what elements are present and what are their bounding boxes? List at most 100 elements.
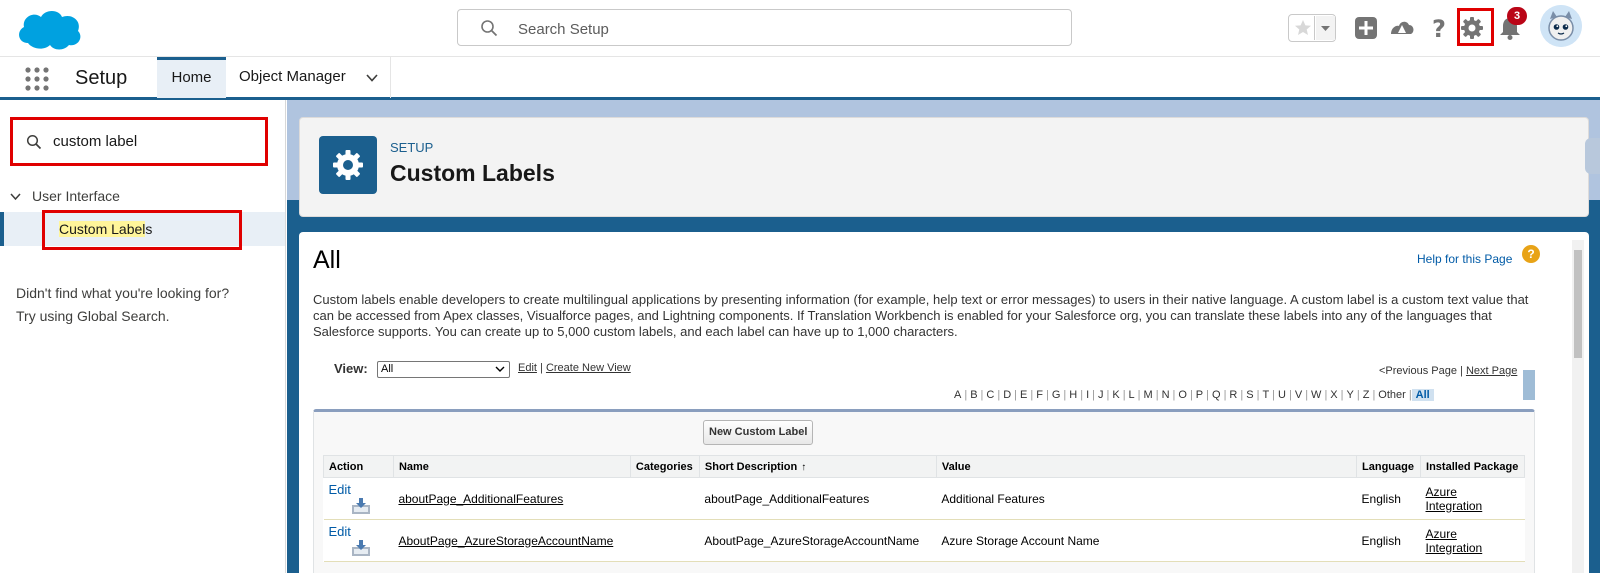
language-cell: English bbox=[1356, 519, 1421, 562]
user-avatar[interactable] bbox=[1540, 5, 1582, 47]
chevron-down-icon[interactable] bbox=[365, 71, 379, 85]
alpha-filter-o[interactable]: O bbox=[1175, 389, 1190, 401]
installed-package-link[interactable]: Azure Integration bbox=[1426, 527, 1496, 555]
short-description-header-label: Short Description bbox=[704, 460, 798, 473]
create-new-view-link[interactable]: Create New View bbox=[546, 362, 631, 374]
alpha-filter-all[interactable]: All bbox=[1411, 389, 1434, 401]
app-launcher-button[interactable] bbox=[24, 66, 50, 92]
alpha-filter-e[interactable]: E bbox=[1017, 389, 1030, 401]
gear-icon bbox=[333, 150, 363, 180]
alpha-filter-m[interactable]: M bbox=[1141, 389, 1156, 401]
alpha-filter-d[interactable]: D bbox=[1000, 389, 1014, 401]
help-for-this-page-link[interactable]: Help for this Page bbox=[1417, 252, 1512, 266]
alpha-filter-s[interactable]: S bbox=[1243, 389, 1256, 401]
tree-section-label: User Interface bbox=[32, 188, 120, 204]
main-area: SETUP Custom Labels All Help for this Pa… bbox=[287, 100, 1600, 573]
content-panel: All Help for this Page ? Custom labels e… bbox=[299, 232, 1589, 573]
view-select[interactable]: All bbox=[377, 361, 510, 378]
alpha-filter-h[interactable]: H bbox=[1066, 389, 1080, 401]
help-icon[interactable]: ? bbox=[1425, 14, 1453, 42]
alpha-filter-g[interactable]: G bbox=[1049, 389, 1064, 401]
alpha-filter-a[interactable]: A bbox=[951, 389, 964, 401]
alpha-filter-p[interactable]: P bbox=[1193, 389, 1206, 401]
page-description: Custom labels enable developers to creat… bbox=[313, 292, 1529, 339]
salesforce-logo[interactable] bbox=[14, 5, 84, 51]
svg-text:?: ? bbox=[1432, 15, 1446, 42]
edit-link[interactable]: Edit bbox=[329, 482, 351, 497]
next-page-link[interactable]: Next Page bbox=[1466, 365, 1517, 377]
favorites-star-button[interactable] bbox=[1291, 16, 1315, 40]
package-name-line-1: Azure bbox=[1425, 526, 1457, 541]
column-header-name[interactable]: Name bbox=[392, 455, 631, 478]
search-placeholder[interactable]: Search Setup bbox=[518, 21, 609, 38]
star-icon bbox=[1295, 20, 1311, 35]
alpha-filter-v[interactable]: V bbox=[1292, 389, 1305, 401]
package-name-line-1: Azure bbox=[1425, 484, 1457, 499]
view-links: Edit | Create New View bbox=[518, 362, 631, 374]
tab-object-manager[interactable]: Object Manager bbox=[226, 57, 391, 98]
installed-package-link[interactable]: Azure Integration bbox=[1426, 485, 1496, 513]
alpha-filter-i[interactable]: I bbox=[1083, 389, 1092, 401]
quick-find-input[interactable]: custom label bbox=[10, 117, 268, 166]
pager-side-tab[interactable] bbox=[1523, 370, 1535, 400]
alpha-filter-x[interactable]: X bbox=[1327, 389, 1340, 401]
previous-page-link[interactable]: <Previous Page bbox=[1379, 365, 1457, 377]
setup-tree-sidebar: custom label User Interface Custom Label… bbox=[0, 100, 286, 573]
column-header-categories[interactable]: Categories bbox=[629, 455, 700, 478]
notification-count-badge: 3 bbox=[1507, 7, 1527, 25]
label-name-link[interactable]: aboutPage_AdditionalFeatures bbox=[398, 492, 563, 506]
alpha-filter-n[interactable]: N bbox=[1159, 389, 1173, 401]
content-scrollbar[interactable] bbox=[1572, 240, 1584, 573]
alpha-filter-j[interactable]: J bbox=[1095, 389, 1107, 401]
caret-down-icon bbox=[1321, 26, 1330, 31]
favorites-group bbox=[1288, 14, 1336, 42]
edit-view-link[interactable]: Edit bbox=[518, 362, 537, 374]
table-row: Edit AboutPage_AzureStorageAccountName A… bbox=[323, 519, 1525, 562]
edit-link[interactable]: Edit bbox=[329, 524, 351, 539]
label-name-link[interactable]: AboutPage_AzureStorageAccountName bbox=[398, 534, 613, 548]
alpha-filter-l[interactable]: L bbox=[1126, 389, 1138, 401]
global-actions-add-icon[interactable] bbox=[1352, 14, 1380, 42]
action-cell: Edit bbox=[323, 519, 394, 562]
installed-package-icon bbox=[351, 498, 370, 514]
sort-ascending-icon: ↑ bbox=[801, 461, 807, 473]
alpha-filter-c[interactable]: C bbox=[983, 389, 997, 401]
help-icon[interactable]: ? bbox=[1522, 245, 1540, 263]
alpha-filter-r[interactable]: R bbox=[1226, 389, 1240, 401]
alpha-filter-q[interactable]: Q bbox=[1209, 389, 1224, 401]
column-header-installed-package[interactable]: Installed Package bbox=[1420, 455, 1525, 478]
page-title: Custom Labels bbox=[390, 160, 555, 186]
trailhead-icon[interactable] bbox=[1388, 14, 1416, 42]
tab-home[interactable]: Home bbox=[157, 57, 226, 98]
installed-package-icon bbox=[351, 540, 370, 556]
setup-page-icon bbox=[319, 136, 377, 194]
alpha-filter-f[interactable]: F bbox=[1033, 389, 1046, 401]
column-header-short-description[interactable]: Short Description ↑ bbox=[698, 455, 937, 478]
alpha-filter-y[interactable]: Y bbox=[1344, 389, 1357, 401]
column-header-value[interactable]: Value bbox=[935, 455, 1358, 478]
quick-find-value[interactable]: custom label bbox=[53, 133, 137, 150]
alpha-filter-b[interactable]: B bbox=[967, 389, 980, 401]
column-header-language[interactable]: Language bbox=[1356, 455, 1422, 478]
alpha-filter-t[interactable]: T bbox=[1259, 389, 1272, 401]
short-description-cell: AboutPage_AzureStorageAccountName bbox=[699, 519, 937, 562]
alpha-filter-u[interactable]: U bbox=[1275, 389, 1289, 401]
scrollbar-thumb[interactable] bbox=[1574, 250, 1582, 358]
favorites-list-button[interactable] bbox=[1316, 16, 1335, 40]
not-found-hint: Didn't find what you're looking for? Try… bbox=[16, 282, 276, 328]
app-name: Setup bbox=[75, 67, 128, 89]
tree-section-user-interface[interactable]: User Interface bbox=[0, 187, 285, 207]
side-panel-handle[interactable] bbox=[1585, 138, 1600, 174]
alpha-filter-k[interactable]: K bbox=[1109, 389, 1122, 401]
alpha-filter-w[interactable]: W bbox=[1308, 389, 1324, 401]
alpha-filter-other[interactable]: Other bbox=[1375, 389, 1409, 401]
alphabet-filter: A | B | C | D | E | F | G | H | I | J | K | L | M | N | O | P | Q | R | S | T |… bbox=[951, 389, 1434, 401]
alpha-filter-z[interactable]: Z bbox=[1360, 389, 1373, 401]
custom-labels-table: Action Name Categories Short Description… bbox=[323, 455, 1525, 562]
table-row: Edit aboutPage_AdditionalFeatures aboutP… bbox=[323, 477, 1525, 520]
page-eyebrow: SETUP bbox=[390, 140, 434, 155]
setup-search-box[interactable]: Search Setup bbox=[457, 9, 1072, 46]
chevron-down-icon[interactable] bbox=[9, 190, 22, 203]
not-found-line-2: Try using Global Search. bbox=[16, 308, 170, 324]
new-custom-label-button[interactable]: New Custom Label bbox=[703, 420, 814, 445]
